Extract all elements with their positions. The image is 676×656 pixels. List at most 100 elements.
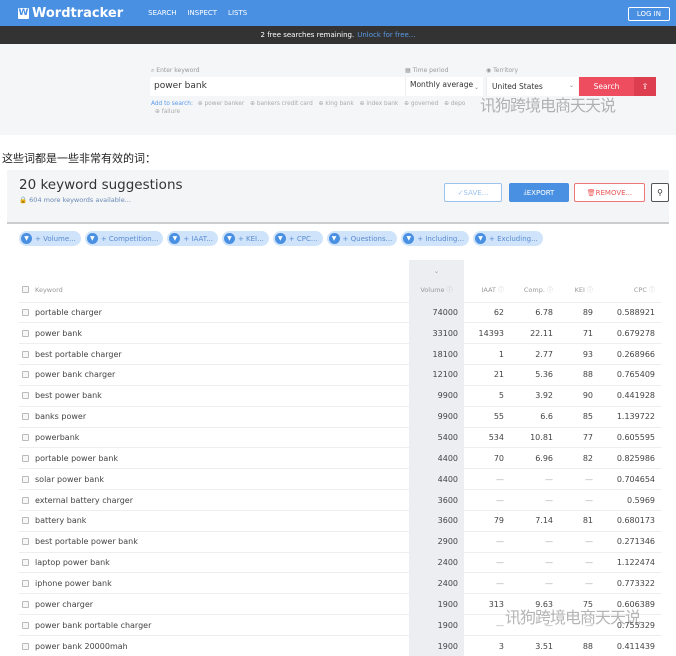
table-row[interactable]: banks power9900556.6851.139722 xyxy=(19,406,661,427)
keyword-cell[interactable]: iphone power bank xyxy=(19,573,409,594)
col-cpc[interactable]: CPC ⓘ xyxy=(599,260,661,302)
keyword-cell[interactable]: powerbank xyxy=(19,427,409,448)
volume-cell: 18100 xyxy=(409,344,464,365)
more-keywords-link[interactable]: 🔒 604 more keywords available... xyxy=(19,196,131,204)
comp-cell: 6.78 xyxy=(510,302,559,323)
row-checkbox[interactable] xyxy=(22,455,29,462)
keyword-cell[interactable]: solar power bank xyxy=(19,469,409,490)
keyword-cell[interactable]: power bank portable charger xyxy=(19,615,409,636)
keyword-cell[interactable]: battery bank xyxy=(19,510,409,531)
keyword-cell[interactable]: best portable charger xyxy=(19,344,409,365)
col-comp[interactable]: Comp. ⓘ xyxy=(510,260,559,302)
settings-icon[interactable]: ⚲ xyxy=(651,183,669,202)
filter-chip[interactable]: ▼+ Volume... xyxy=(19,231,81,246)
logo[interactable]: WWordtracker xyxy=(18,6,123,21)
filter-chip[interactable]: ▼+ Including... xyxy=(401,231,469,246)
table-row[interactable]: best portable charger1810012.77930.26896… xyxy=(19,344,661,365)
iaat-cell: 62 xyxy=(464,302,510,323)
territory-label: ◉ Territory xyxy=(486,67,518,74)
table-row[interactable]: iphone power bank2400———0.773322 xyxy=(19,573,661,594)
filter-chip[interactable]: ▼+ Excluding... xyxy=(473,231,543,246)
nav-lists[interactable]: LISTS xyxy=(228,9,247,17)
kei-cell: — xyxy=(559,531,599,552)
keyword-cell[interactable]: external battery charger xyxy=(19,490,409,511)
row-checkbox[interactable] xyxy=(22,330,29,337)
filter-chip[interactable]: ▼+ IAAT... xyxy=(167,231,218,246)
row-checkbox[interactable] xyxy=(22,580,29,587)
table-row[interactable]: power bank331001439322.11710.679278 xyxy=(19,323,661,344)
filter-icon: ▼ xyxy=(224,233,235,244)
row-checkbox[interactable] xyxy=(22,643,29,650)
row-checkbox[interactable] xyxy=(22,413,29,420)
add-item[interactable]: ⊕ bankers credit card xyxy=(250,101,313,107)
filter-chip[interactable]: ▼+ KEI... xyxy=(222,231,269,246)
volume-cell: 1900 xyxy=(409,594,464,615)
comp-cell: — xyxy=(510,552,559,573)
add-item[interactable]: ⊕ power banker xyxy=(198,101,244,107)
row-checkbox[interactable] xyxy=(22,309,29,316)
row-checkbox[interactable] xyxy=(22,371,29,378)
table-row[interactable]: power bank charger12100215.36880.765409 xyxy=(19,365,661,386)
nav-inspect[interactable]: INSPECT xyxy=(187,9,217,17)
select-all-checkbox[interactable] xyxy=(22,286,29,293)
keyword-cell[interactable]: portable power bank xyxy=(19,448,409,469)
row-checkbox[interactable] xyxy=(22,392,29,399)
table-row[interactable]: external battery charger3600———0.5969 xyxy=(19,490,661,511)
row-checkbox[interactable] xyxy=(22,434,29,441)
comp-cell: 6.6 xyxy=(510,406,559,427)
row-checkbox[interactable] xyxy=(22,622,29,629)
keyword-cell[interactable]: banks power xyxy=(19,406,409,427)
comp-cell: 2.77 xyxy=(510,344,559,365)
table-row[interactable]: portable power bank4400706.96820.825986 xyxy=(19,448,661,469)
filter-chip[interactable]: ▼+ CPC... xyxy=(273,231,323,246)
col-volume[interactable]: ⌄Volume ⓘ xyxy=(409,260,464,302)
keyword-cell[interactable]: power bank charger xyxy=(19,365,409,386)
kei-cell: 88 xyxy=(559,365,599,386)
login-button[interactable]: LOG IN xyxy=(628,7,670,21)
volume-cell: 4400 xyxy=(409,469,464,490)
table-row[interactable]: battery bank3600797.14810.680173 xyxy=(19,510,661,531)
table-row[interactable]: best portable power bank2900———0.271346 xyxy=(19,531,661,552)
row-checkbox[interactable] xyxy=(22,497,29,504)
keyword-cell[interactable]: power bank xyxy=(19,323,409,344)
cpc-cell: 0.825986 xyxy=(599,448,661,469)
export-button[interactable]: ⤓ EXPORT xyxy=(509,183,569,202)
add-item[interactable]: ⊕ governed xyxy=(404,101,438,107)
comp-cell: — xyxy=(510,490,559,511)
add-item[interactable]: ⊕ failure xyxy=(155,109,180,115)
kei-cell: 89 xyxy=(559,302,599,323)
add-item[interactable]: ⊕ depo xyxy=(444,101,465,107)
keyword-cell[interactable]: power charger xyxy=(19,594,409,615)
table-row[interactable]: best power bank990053.92900.441928 xyxy=(19,385,661,406)
keyword-cell[interactable]: best portable power bank xyxy=(19,531,409,552)
row-checkbox[interactable] xyxy=(22,559,29,566)
table-row[interactable]: powerbank540053410.81770.605595 xyxy=(19,427,661,448)
table-row[interactable]: laptop power bank2400———1.122474 xyxy=(19,552,661,573)
row-checkbox[interactable] xyxy=(22,601,29,608)
keyword-cell[interactable]: portable charger xyxy=(19,302,409,323)
share-icon[interactable]: ⇪ xyxy=(634,77,656,96)
filter-chip[interactable]: ▼+ Questions... xyxy=(327,231,398,246)
remove-button[interactable]: 🗑 REMOVE... xyxy=(574,183,645,202)
row-checkbox[interactable] xyxy=(22,351,29,358)
row-checkbox[interactable] xyxy=(22,476,29,483)
keyword-input[interactable]: power bank xyxy=(150,77,405,96)
table-row[interactable]: portable charger74000626.78890.588921 xyxy=(19,302,661,323)
comp-cell: 22.11 xyxy=(510,323,559,344)
add-item[interactable]: ⊕ king bank xyxy=(319,101,354,107)
add-item[interactable]: ⊕ index bank xyxy=(360,101,399,107)
col-keyword[interactable]: Keyword xyxy=(19,260,409,302)
unlock-link[interactable]: Unlock for free... xyxy=(357,31,415,39)
row-checkbox[interactable] xyxy=(22,517,29,524)
comp-cell: 6.96 xyxy=(510,448,559,469)
col-kei[interactable]: KEI ⓘ xyxy=(559,260,599,302)
row-checkbox[interactable] xyxy=(22,538,29,545)
time-period-select[interactable]: Monthly average⌄ xyxy=(405,77,483,96)
keyword-cell[interactable]: laptop power bank xyxy=(19,552,409,573)
keyword-cell[interactable]: best power bank xyxy=(19,385,409,406)
save-button[interactable]: ✓ SAVE... xyxy=(444,183,502,202)
filter-chip[interactable]: ▼+ Competition... xyxy=(85,231,164,246)
col-iaat[interactable]: IAAT ⓘ xyxy=(464,260,510,302)
nav-search[interactable]: SEARCH xyxy=(148,9,176,17)
table-row[interactable]: solar power bank4400———0.704654 xyxy=(19,469,661,490)
